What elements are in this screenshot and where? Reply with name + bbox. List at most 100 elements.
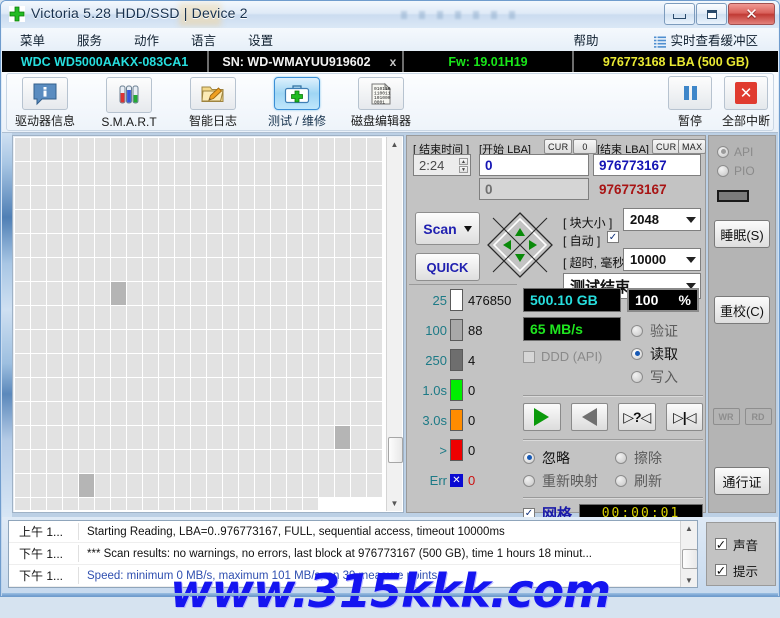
block-cell[interactable] (63, 306, 78, 329)
block-cell[interactable] (95, 474, 110, 497)
block-cell[interactable] (351, 498, 366, 510)
block-cell[interactable] (127, 138, 142, 161)
block-cell[interactable] (79, 282, 94, 305)
block-cell[interactable] (319, 162, 334, 185)
block-cell[interactable] (367, 426, 382, 449)
rd-tag-button[interactable]: RD (744, 408, 772, 425)
scroll-down-icon[interactable]: ▼ (387, 496, 402, 511)
toolbar-smart-log[interactable]: 智能日志 (176, 77, 250, 129)
sleep-button[interactable]: 睡眠(S) (714, 220, 770, 248)
maximize-button[interactable] (696, 3, 727, 25)
block-cell[interactable] (335, 354, 350, 377)
block-cell[interactable] (31, 234, 46, 257)
block-cell[interactable] (351, 258, 366, 281)
block-cell[interactable] (287, 258, 302, 281)
drive-x-mark[interactable]: x (384, 51, 402, 72)
block-cell[interactable] (287, 474, 302, 497)
block-cell[interactable] (319, 450, 334, 473)
block-cell[interactable] (271, 258, 286, 281)
block-cell[interactable] (207, 162, 222, 185)
block-cell[interactable] (191, 426, 206, 449)
block-cell[interactable] (239, 138, 254, 161)
block-cell[interactable] (79, 210, 94, 233)
block-map-panel[interactable]: ▲ ▼ (12, 135, 404, 513)
block-cell[interactable] (255, 210, 270, 233)
block-cell[interactable] (175, 138, 190, 161)
block-cell[interactable] (287, 378, 302, 401)
block-cell[interactable] (127, 378, 142, 401)
block-cell[interactable] (223, 378, 238, 401)
block-cell[interactable] (79, 378, 94, 401)
block-cell[interactable] (239, 402, 254, 425)
block-cell[interactable] (255, 234, 270, 257)
block-cell[interactable] (143, 210, 158, 233)
menu-settings[interactable]: 设置 (234, 28, 287, 51)
menu-help[interactable]: 帮助 (559, 28, 612, 51)
block-cell[interactable] (319, 234, 334, 257)
block-cell[interactable] (127, 402, 142, 425)
toolbar-pause[interactable]: 暂停 (666, 76, 714, 129)
block-cell[interactable] (63, 378, 78, 401)
block-cell[interactable] (335, 450, 350, 473)
block-cell[interactable] (335, 330, 350, 353)
block-cell[interactable] (159, 330, 174, 353)
block-cell[interactable] (207, 306, 222, 329)
block-cell[interactable] (351, 186, 366, 209)
block-cell[interactable] (335, 186, 350, 209)
block-cell[interactable] (31, 378, 46, 401)
block-cell[interactable] (319, 498, 334, 510)
block-cell[interactable] (207, 354, 222, 377)
block-cell[interactable] (175, 234, 190, 257)
block-cell[interactable] (127, 282, 142, 305)
block-cell[interactable] (47, 498, 62, 510)
ddd-checkbox[interactable] (523, 350, 535, 363)
block-cell[interactable] (111, 378, 126, 401)
block-cell[interactable] (143, 186, 158, 209)
action-remap[interactable]: 重新映射 (523, 469, 615, 492)
block-cell[interactable] (95, 258, 110, 281)
block-cell[interactable] (255, 402, 270, 425)
nav-jump-end-button[interactable]: ▷|◁ (665, 403, 703, 431)
block-cell[interactable] (207, 378, 222, 401)
block-cell[interactable] (127, 450, 142, 473)
block-cell[interactable] (143, 474, 158, 497)
block-cell[interactable] (303, 306, 318, 329)
block-cell[interactable] (287, 186, 302, 209)
sidebar-pio-option[interactable]: PIO (709, 161, 775, 180)
block-cell[interactable] (127, 234, 142, 257)
toolbar-drive-info[interactable]: 驱动器信息 (8, 77, 82, 129)
toolbar-test-repair[interactable]: 测试 / 维修 (260, 77, 334, 129)
block-cell[interactable] (367, 354, 382, 377)
block-cell[interactable] (287, 162, 302, 185)
block-cell[interactable] (207, 138, 222, 161)
block-cell[interactable] (335, 234, 350, 257)
nav-back-button[interactable] (570, 403, 608, 431)
block-cell[interactable] (319, 330, 334, 353)
block-cell[interactable] (303, 282, 318, 305)
block-cell[interactable] (63, 162, 78, 185)
block-cell[interactable] (367, 330, 382, 353)
block-cell[interactable] (47, 426, 62, 449)
block-cell[interactable] (175, 474, 190, 497)
block-cell[interactable] (63, 138, 78, 161)
block-cell[interactable] (351, 306, 366, 329)
block-cell[interactable] (15, 210, 30, 233)
block-cell[interactable] (127, 162, 142, 185)
block-cell[interactable] (287, 210, 302, 233)
close-button[interactable]: ✕ (728, 3, 775, 25)
block-cell[interactable] (319, 402, 334, 425)
block-cell[interactable] (367, 234, 382, 257)
log-scroll-thumb[interactable] (682, 549, 697, 569)
block-cell[interactable] (15, 498, 30, 510)
block-cell[interactable] (127, 498, 142, 510)
block-cell[interactable] (191, 498, 206, 510)
block-cell[interactable] (143, 330, 158, 353)
block-cell[interactable] (319, 474, 334, 497)
block-cell[interactable] (47, 402, 62, 425)
block-cell[interactable] (351, 210, 366, 233)
block-cell[interactable] (79, 498, 94, 510)
block-cell[interactable] (15, 234, 30, 257)
menu-action[interactable]: 动作 (120, 28, 173, 51)
block-cell[interactable] (223, 186, 238, 209)
scroll-up-icon[interactable]: ▲ (387, 137, 402, 152)
